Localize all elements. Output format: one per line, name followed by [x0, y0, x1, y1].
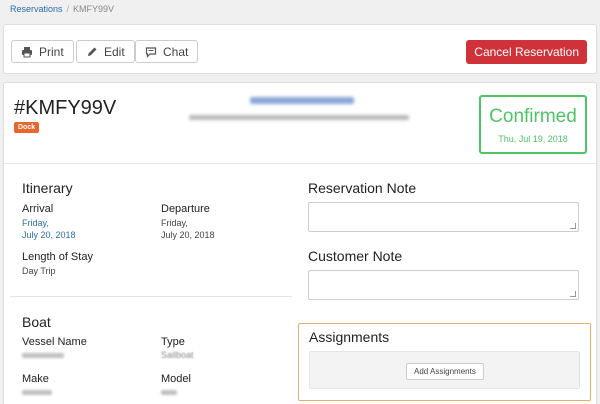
breadcrumb-reservations-link[interactable]: Reservations: [10, 4, 63, 14]
customer-contact-redacted: [189, 115, 409, 120]
length-of-stay-label: Length of Stay: [22, 251, 93, 263]
chat-button[interactable]: Chat: [135, 40, 199, 63]
boat-type-value: Sailboat: [161, 350, 194, 360]
assignments-panel: Assignments Add Assignments: [298, 323, 591, 401]
arrival-label: Arrival: [22, 203, 54, 215]
reservation-type-badge: Dock: [14, 122, 40, 133]
status-label: Confirmed: [489, 106, 577, 127]
breadcrumb-current: KMFY99V: [73, 4, 115, 14]
boat-title: Boat: [22, 314, 51, 330]
assignments-title: Assignments: [309, 329, 390, 345]
status-box: Confirmed Thu, Jul 19, 2018: [479, 95, 587, 154]
model-label: Model: [161, 373, 191, 385]
itinerary-divider: [10, 296, 292, 297]
departure-label: Departure: [161, 203, 210, 215]
boat-type-label: Type: [161, 336, 185, 348]
edit-button-label: Edit: [104, 44, 125, 59]
add-assignments-button[interactable]: Add Assignments: [406, 363, 484, 380]
vessel-name-redacted: [22, 353, 64, 358]
cancel-reservation-button[interactable]: Cancel Reservation: [466, 40, 587, 64]
breadcrumb-separator: /: [66, 4, 70, 14]
arrival-day: Friday,: [22, 218, 49, 228]
customer-note-input[interactable]: [308, 270, 579, 300]
length-of-stay-value: Day Trip: [22, 266, 56, 276]
departure-day: Friday,: [161, 218, 188, 228]
arrival-date: July 20, 2018: [22, 230, 76, 240]
reservation-note-title: Reservation Note: [308, 180, 417, 196]
printer-icon: [22, 46, 32, 57]
print-button[interactable]: Print: [11, 40, 74, 63]
pencil-icon: [88, 47, 97, 56]
assignments-list: Add Assignments: [309, 351, 580, 389]
reservation-detail-panel: #KMFY99V Dock Confirmed Thu, Jul 19, 201…: [3, 82, 597, 404]
resize-handle-icon[interactable]: [570, 223, 576, 229]
make-redacted: [22, 390, 52, 395]
print-button-label: Print: [39, 44, 64, 59]
status-date: Thu, Jul 19, 2018: [498, 134, 568, 144]
edit-button[interactable]: Edit: [76, 40, 135, 63]
chat-button-label: Chat: [163, 44, 189, 59]
customer-note-title: Customer Note: [308, 248, 403, 264]
chat-icon: [145, 46, 157, 58]
itinerary-title: Itinerary: [22, 180, 73, 196]
vessel-name-label: Vessel Name: [22, 336, 87, 348]
reservation-id: #KMFY99V: [14, 97, 117, 119]
customer-name-redacted[interactable]: [250, 97, 354, 104]
make-label: Make: [22, 373, 49, 385]
model-redacted: [161, 390, 177, 395]
departure-date: July 20, 2018: [161, 230, 215, 240]
header-divider: [4, 163, 596, 164]
breadcrumb: Reservations / KMFY99V: [10, 4, 114, 14]
reservation-note-input[interactable]: [308, 202, 579, 232]
action-toolbar: Print Edit Chat Cancel Reservation: [3, 24, 597, 74]
resize-handle-icon[interactable]: [570, 291, 576, 297]
